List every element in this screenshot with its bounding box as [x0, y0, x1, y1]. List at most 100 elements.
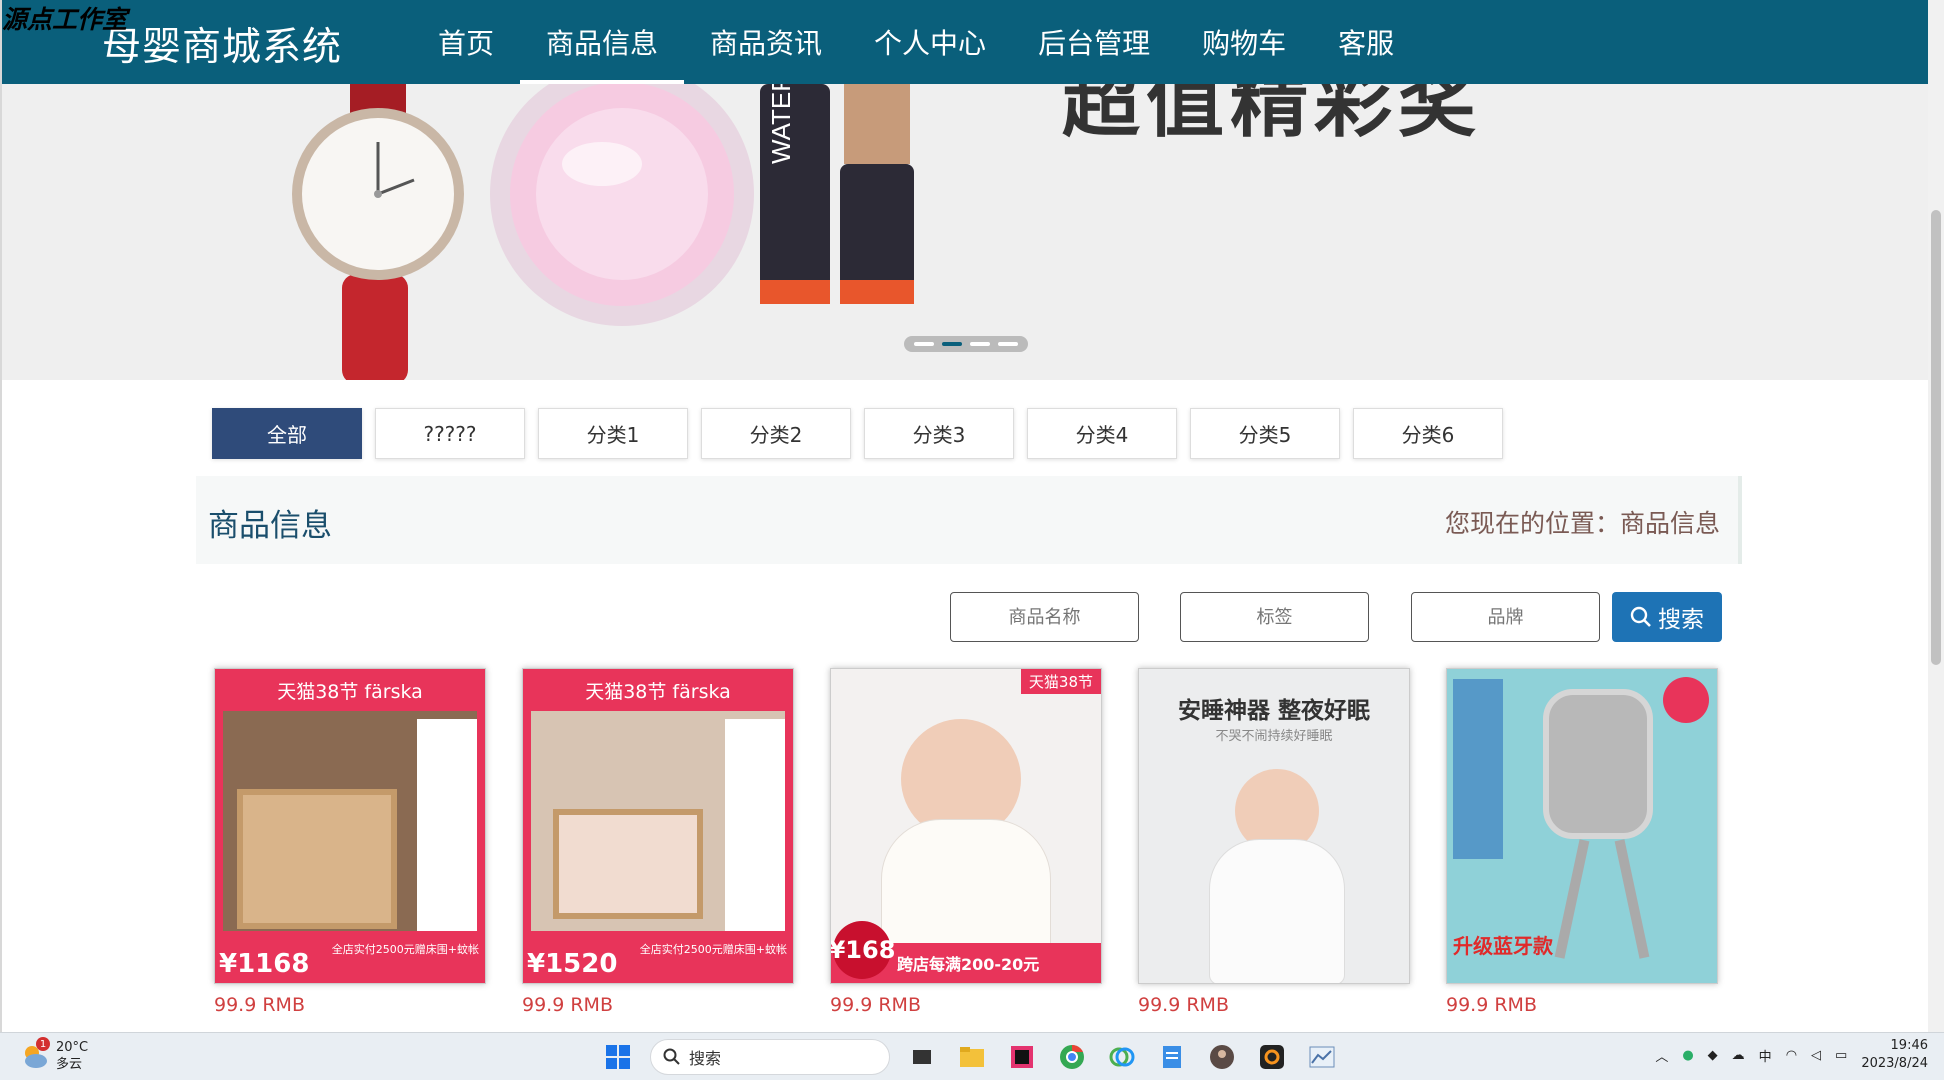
top-navbar: 母婴商城系统 首页 商品信息 商品资讯 个人中心 后台管理 购物车 客服 — [2, 0, 1928, 84]
category-unknown[interactable]: ????? — [375, 408, 525, 459]
system-tray: ︿ ● ◆ ☁ 中 ◠ ◁ ▭ 19:46 2023/8/24 — [1655, 1037, 1928, 1073]
breadcrumb: 您现在的位置：商品信息 — [1444, 509, 1720, 538]
clock-date: 2023/8/24 — [1861, 1056, 1928, 1071]
category-1[interactable]: 分类1 — [538, 408, 688, 459]
wechat-icon[interactable]: ● — [1682, 1048, 1693, 1063]
section-header: 商品信息 您现在的位置：商品信息 — [196, 476, 1742, 564]
search-button[interactable]: 搜索 — [1612, 592, 1722, 642]
product-card[interactable]: 升级蓝牙款 99.9 RMB — [1446, 668, 1718, 1016]
product-image-price: ¥1520 — [527, 949, 618, 979]
notepad-icon[interactable] — [1154, 1039, 1190, 1075]
nav-item-service[interactable]: 客服 — [1312, 0, 1420, 84]
product-price: 99.9 RMB — [522, 994, 613, 1016]
product-price: 99.9 RMB — [1446, 994, 1537, 1016]
windows-start-icon[interactable] — [600, 1039, 636, 1075]
user-avatar-icon[interactable] — [1204, 1039, 1240, 1075]
nav-item-profile[interactable]: 个人中心 — [848, 0, 1012, 84]
carousel-dot[interactable] — [998, 342, 1018, 346]
task-view-icon[interactable] — [904, 1039, 940, 1075]
tag-input[interactable] — [1180, 592, 1369, 642]
product-card[interactable]: 天猫38节 ¥168 跨店每满200-20元 99.9 RMB — [830, 668, 1102, 1016]
intellij-icon[interactable] — [1004, 1039, 1040, 1075]
banner-carousel[interactable]: WATER 超值精彩奖 — [2, 84, 1928, 380]
nav-item-products[interactable]: 商品信息 — [520, 0, 685, 84]
product-image[interactable]: 升级蓝牙款 — [1446, 668, 1718, 984]
product-price: 99.9 RMB — [1138, 994, 1229, 1016]
app-g-icon[interactable] — [1254, 1039, 1290, 1075]
file-explorer-icon[interactable] — [954, 1039, 990, 1075]
product-image[interactable]: 安睡神器 整夜好眠 不哭不闹持续好睡眠 — [1138, 668, 1410, 984]
site-brand[interactable]: 母婴商城系统 — [102, 16, 342, 72]
qq-icon[interactable]: ◆ — [1708, 1048, 1718, 1063]
taskbar-search-label: 搜索 — [689, 1049, 722, 1068]
product-image-title: 天猫38节 färska — [215, 669, 485, 711]
nav-menu: 首页 商品信息 商品资讯 个人中心 后台管理 购物车 客服 — [412, 0, 1420, 84]
carousel-dot[interactable] — [914, 342, 934, 346]
app-circles-icon[interactable] — [1104, 1039, 1140, 1075]
search-button-label: 搜索 — [1658, 607, 1704, 633]
brand-input[interactable] — [1411, 592, 1600, 642]
product-image-promo: 全店实付2500元赠床围+蚊帐 — [639, 943, 787, 956]
weather-badge: 1 — [36, 1037, 50, 1051]
watch-illustration — [292, 84, 464, 380]
taskbar-search[interactable]: 搜索 — [650, 1039, 890, 1075]
category-5[interactable]: 分类5 — [1190, 408, 1340, 459]
search-icon — [663, 1048, 680, 1065]
category-filter: 全部 ????? 分类1 分类2 分类3 分类4 分类5 分类6 — [212, 408, 1503, 459]
category-all[interactable]: 全部 — [212, 408, 362, 459]
weather-temp: 20°C — [56, 1040, 89, 1055]
section-title: 商品信息 — [208, 508, 332, 544]
browser-viewport: 源点工作室 母婴商城系统 首页 商品信息 商品资讯 个人中心 后台管理 购物车 … — [0, 0, 1944, 1032]
volume-icon[interactable]: ◁ — [1811, 1048, 1821, 1063]
product-name-input[interactable] — [950, 592, 1139, 642]
product-image-title: 安睡神器 整夜好眠 — [1177, 698, 1370, 724]
product-image[interactable]: 天猫38节 färska ¥1520 全店实付2500元赠床围+蚊帐 — [522, 668, 794, 984]
product-image-title: 升级蓝牙款 — [1453, 934, 1553, 958]
lipstick-illustration: WATER — [760, 84, 914, 304]
ime-indicator[interactable]: 中 — [1759, 1046, 1772, 1065]
chart-app-icon[interactable] — [1304, 1039, 1340, 1075]
battery-icon[interactable]: ▭ — [1835, 1048, 1847, 1063]
product-price: 99.9 RMB — [830, 994, 921, 1016]
clock-time: 19:46 — [1890, 1038, 1928, 1053]
wifi-icon[interactable]: ◠ — [1786, 1048, 1797, 1063]
product-image[interactable]: 天猫38节 färska ¥1168 全店实付2500元赠床围+蚊帐 — [214, 668, 486, 984]
category-4[interactable]: 分类4 — [1027, 408, 1177, 459]
category-2[interactable]: 分类2 — [701, 408, 851, 459]
product-image-promo: 全店实付2500元赠床围+蚊帐 — [331, 943, 479, 956]
category-3[interactable]: 分类3 — [864, 408, 1014, 459]
nav-item-admin[interactable]: 后台管理 — [1012, 0, 1176, 84]
product-image[interactable]: 天猫38节 ¥168 跨店每满200-20元 — [830, 668, 1102, 984]
product-card[interactable]: 天猫38节 färska ¥1520 全店实付2500元赠床围+蚊帐 99.9 … — [522, 668, 794, 1016]
nav-item-news[interactable]: 商品资讯 — [684, 0, 848, 84]
weather-desc: 多云 — [56, 1057, 83, 1072]
compact-illustration — [490, 84, 754, 326]
search-icon — [1630, 606, 1651, 627]
carousel-dot[interactable] — [970, 342, 990, 346]
product-image-promo: 跨店每满200-20元 — [897, 955, 1040, 974]
scrollbar-thumb[interactable] — [1931, 210, 1941, 665]
product-image-title: 天猫38节 färska — [523, 669, 793, 711]
product-image-price: ¥1168 — [219, 949, 310, 979]
product-image-title: 天猫38节 — [1020, 669, 1101, 694]
watermark: 源点工作室 — [2, 5, 128, 34]
nav-item-cart[interactable]: 购物车 — [1176, 0, 1312, 84]
clock[interactable]: 19:46 2023/8/24 — [1861, 1037, 1928, 1073]
product-card[interactable]: 安睡神器 整夜好眠 不哭不闹持续好睡眠 99.9 RMB — [1138, 668, 1410, 1016]
carousel-dot-active[interactable] — [942, 342, 962, 346]
product-card[interactable]: 天猫38节 färska ¥1168 全店实付2500元赠床围+蚊帐 99.9 … — [214, 668, 486, 1016]
taskbar-apps: 搜索 — [600, 1039, 1340, 1075]
banner-headline: 超值精彩奖 — [1062, 84, 1483, 148]
page-scrollbar[interactable] — [1928, 0, 1944, 1032]
nav-item-home[interactable]: 首页 — [412, 0, 520, 84]
windows-taskbar: 20°C 多云 1 搜索 ︿ ● ◆ ☁ 中 ◠ ◁ ▭ 19:46 2023/… — [0, 1032, 1944, 1080]
product-image-promo: 不哭不闹持续好睡眠 — [1215, 729, 1333, 744]
product-image-price: ¥168 — [831, 921, 895, 979]
carousel-indicators — [904, 336, 1028, 352]
category-6[interactable]: 分类6 — [1353, 408, 1503, 459]
weather-widget[interactable]: 20°C 多云 1 — [20, 1037, 89, 1073]
product-price: 99.9 RMB — [214, 994, 305, 1016]
cloud-icon[interactable]: ☁ — [1732, 1048, 1745, 1063]
chrome-icon[interactable] — [1054, 1039, 1090, 1075]
chevron-up-icon[interactable]: ︿ — [1655, 1046, 1668, 1065]
